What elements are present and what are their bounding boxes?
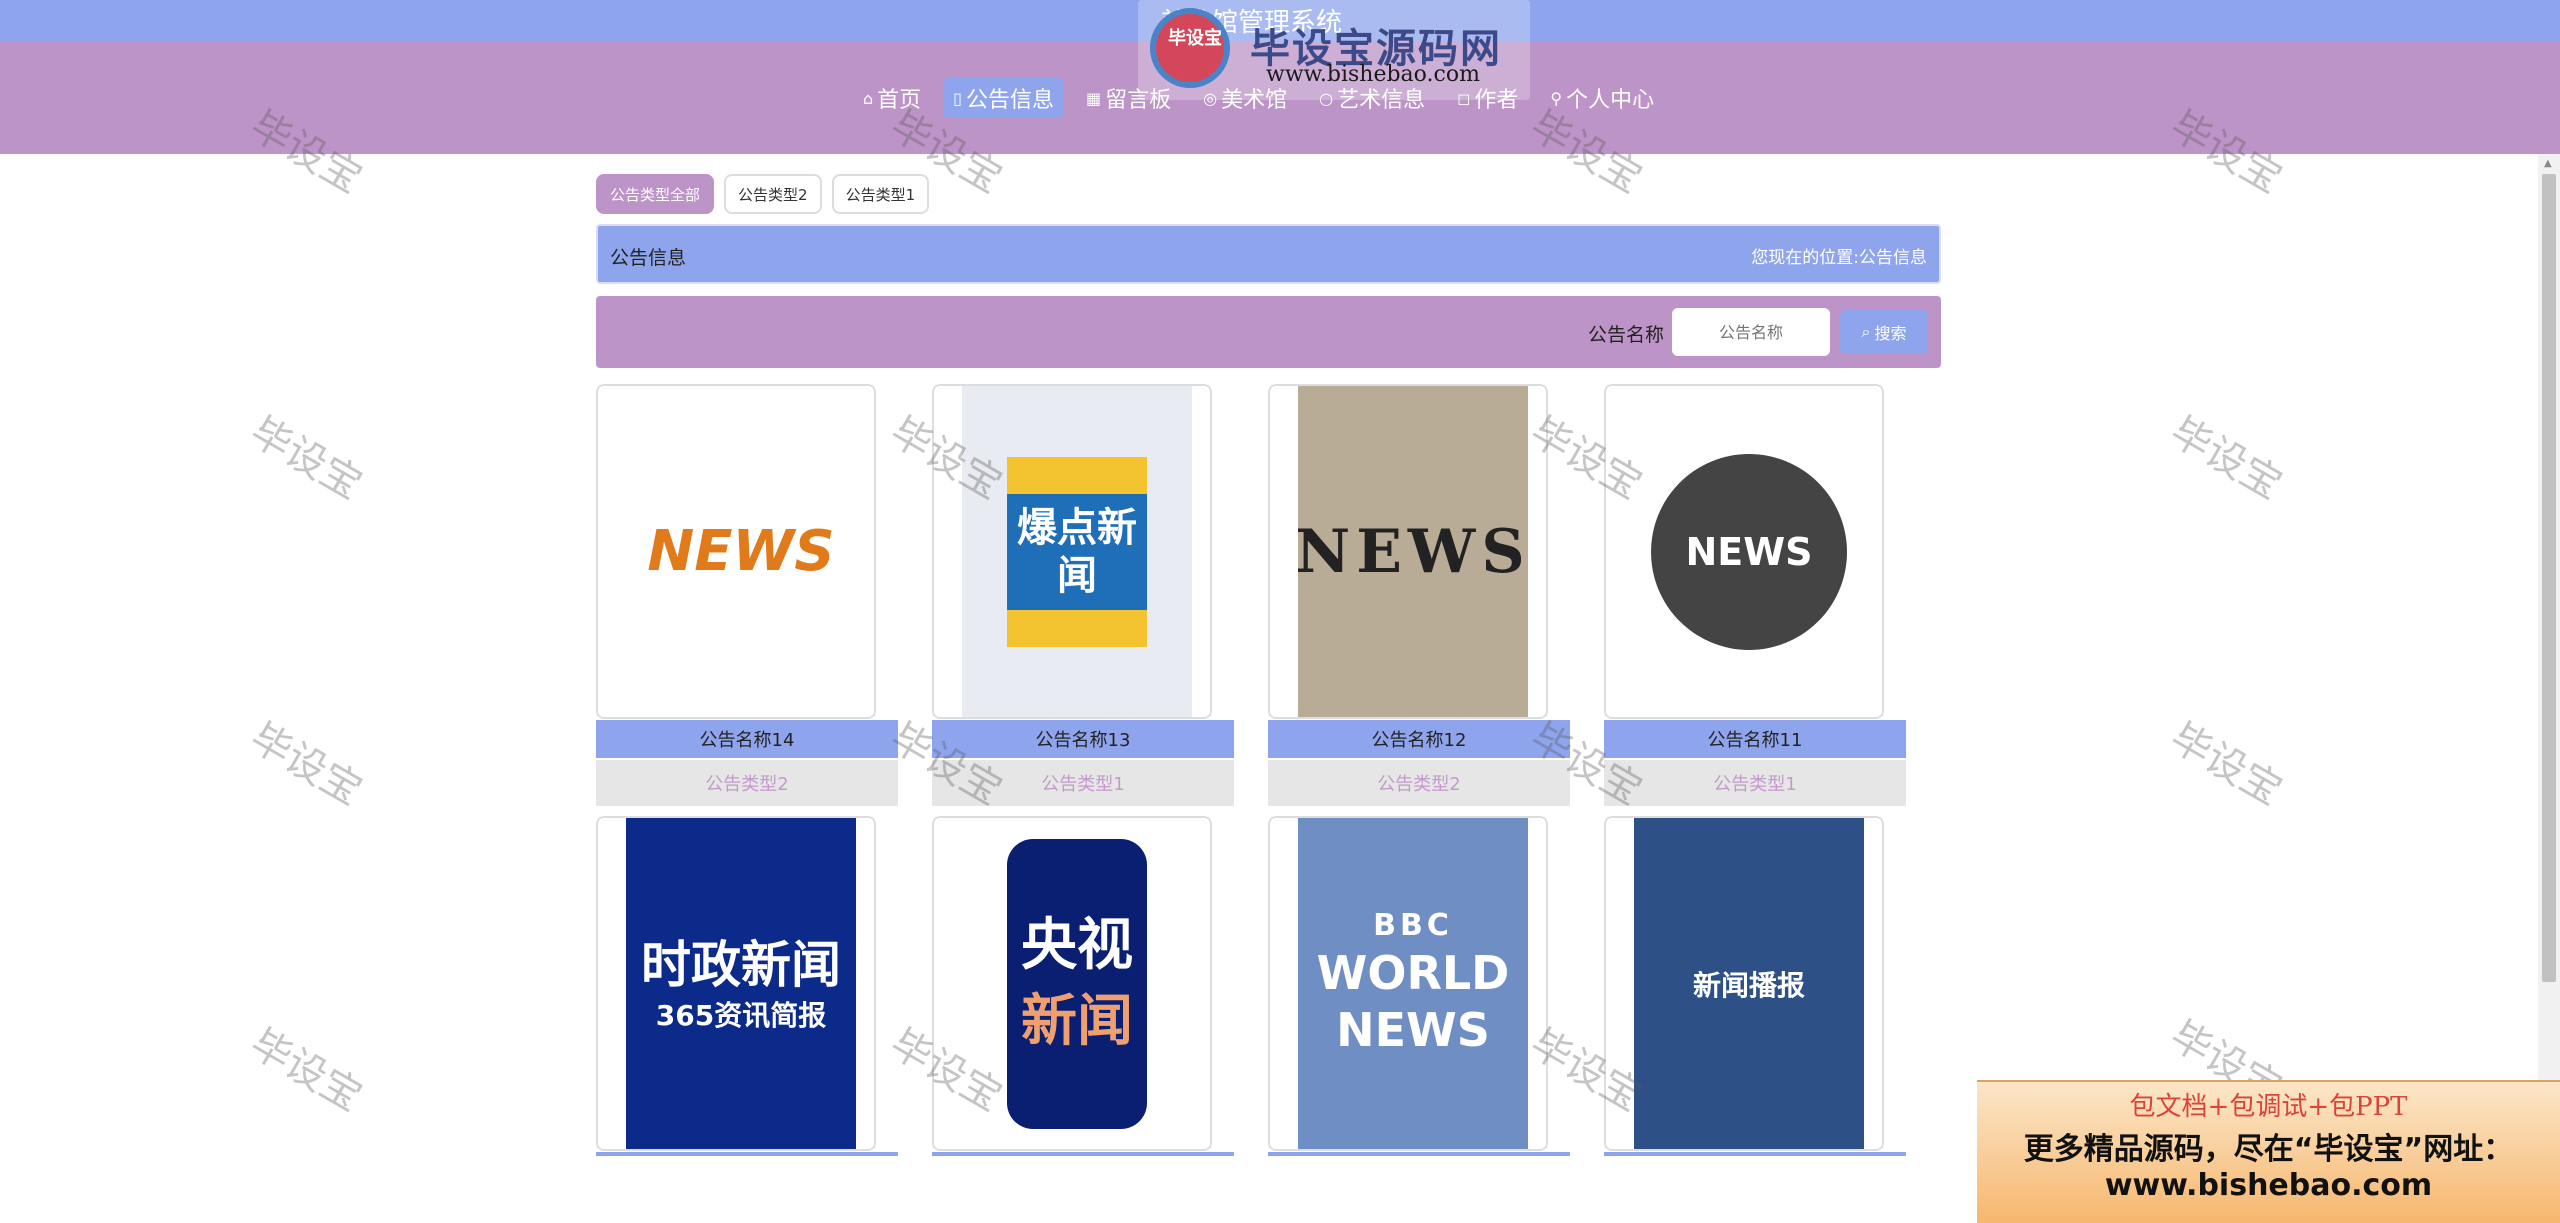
notice-type: 公告类型1: [1604, 760, 1906, 806]
grid-icon: ▦: [1086, 88, 1102, 108]
notice-name[interactable]: 公告名称13: [932, 720, 1234, 758]
ad-line-2: 更多精品源码，尽在“毕设宝”网址：: [2023, 1132, 2514, 1167]
search-label: 公告名称: [1588, 324, 1665, 346]
nav-item-notices[interactable]: ▯ 公告信息: [943, 78, 1064, 118]
card-name-bar: [932, 1152, 1234, 1156]
category-tab-all[interactable]: 公告类型全部: [596, 174, 715, 214]
ad-line-1: 包文档+包调试+包PPT: [2129, 1092, 2408, 1122]
watermark-text: 毕设宝: [242, 408, 370, 509]
category-tab-type2[interactable]: 公告类型2: [724, 174, 822, 214]
nav-item-home[interactable]: ⌂ 首页: [853, 78, 931, 118]
news-image: 爆点新闻: [962, 386, 1192, 717]
news-image: NEWS: [626, 386, 856, 717]
notice-name[interactable]: 公告名称14: [596, 720, 898, 758]
nav-label: 首页: [877, 88, 922, 113]
nav-label: 个人中心: [1566, 88, 1655, 113]
search-bar: 公告名称 ⌕搜索: [596, 296, 1941, 368]
category-tab-type1[interactable]: 公告类型1: [831, 174, 930, 214]
news-image: BBC WORLD NEWS: [1298, 818, 1528, 1149]
watermark-text: 毕设宝: [2162, 714, 2290, 815]
card-name-bar: [596, 1152, 898, 1156]
notice-thumbnail[interactable]: NEWS: [1268, 384, 1548, 719]
search-button[interactable]: ⌕ 搜索: [1840, 310, 1928, 354]
nav-label: 公告信息: [965, 88, 1054, 113]
notice-thumbnail[interactable]: 时政新闻 365资讯简报: [596, 816, 876, 1151]
notice-type: 公告类型1: [932, 760, 1234, 806]
scroll-up-icon[interactable]: ▲: [2544, 158, 2552, 169]
notice-name[interactable]: 公告名称11: [1604, 720, 1906, 758]
notice-thumbnail[interactable]: NEWS: [596, 384, 876, 719]
watermark-text: 毕设宝: [2162, 408, 2290, 509]
notice-thumbnail[interactable]: 爆点新闻: [932, 384, 1212, 719]
news-image: 时政新闻 365资讯简报: [626, 818, 856, 1149]
scrollbar[interactable]: ▲: [2538, 154, 2560, 1223]
ad-banner[interactable]: 包文档+包调试+包PPT 更多精品源码，尽在“毕设宝”网址： www.bishe…: [1977, 1080, 2560, 1223]
news-image: NEWS: [1295, 386, 1528, 717]
user-icon: ⚲: [1550, 88, 1563, 108]
ad-line-3: www.bishebao.com: [2104, 1168, 2433, 1203]
notice-type: 公告类型2: [596, 760, 898, 806]
breadcrumb-label: 您现在的位置:: [1751, 248, 1859, 268]
category-tabs: 公告类型全部 公告类型2 公告类型1: [596, 174, 930, 214]
search-input[interactable]: [1672, 308, 1830, 356]
search-icon: ⌕: [1861, 322, 1871, 341]
notice-thumbnail[interactable]: 央视 新闻: [932, 816, 1212, 1151]
notice-thumbnail[interactable]: 新闻播报: [1604, 816, 1884, 1151]
section-title: 公告信息: [610, 247, 687, 269]
news-image: 央视 新闻: [962, 818, 1192, 1149]
card-name-bar: [1268, 1152, 1570, 1156]
nav-item-personal-center[interactable]: ⚲ 个人中心: [1540, 78, 1664, 118]
notice-thumbnail[interactable]: BBC WORLD NEWS: [1268, 816, 1548, 1151]
watermark-text: 毕设宝: [242, 714, 370, 815]
watermark-logo-badge: 毕设宝: [1150, 8, 1230, 88]
notice-name[interactable]: 公告名称12: [1268, 720, 1570, 758]
notice-thumbnail[interactable]: NEWS: [1604, 384, 1884, 719]
scrollbar-thumb[interactable]: [2542, 174, 2556, 982]
section-header: 公告信息 您现在的位置:公告信息: [596, 224, 1941, 284]
notice-type: 公告类型2: [1268, 760, 1570, 806]
breadcrumb: 您现在的位置:公告信息: [1751, 243, 1927, 268]
card-name-bar: [1604, 1152, 1906, 1156]
document-icon: ▯: [953, 88, 962, 108]
news-image: 新闻播报: [1634, 818, 1864, 1149]
home-icon: ⌂: [863, 88, 874, 108]
search-button-label: 搜索: [1874, 324, 1907, 343]
news-image: NEWS: [1634, 386, 1864, 717]
watermark-url: www.bishebao.com: [1266, 62, 1480, 87]
watermark-logo: 毕设宝 毕设宝源码网 www.bishebao.com: [1138, 0, 1530, 100]
watermark-text: 毕设宝: [242, 1020, 370, 1121]
breadcrumb-value: 公告信息: [1859, 248, 1927, 268]
